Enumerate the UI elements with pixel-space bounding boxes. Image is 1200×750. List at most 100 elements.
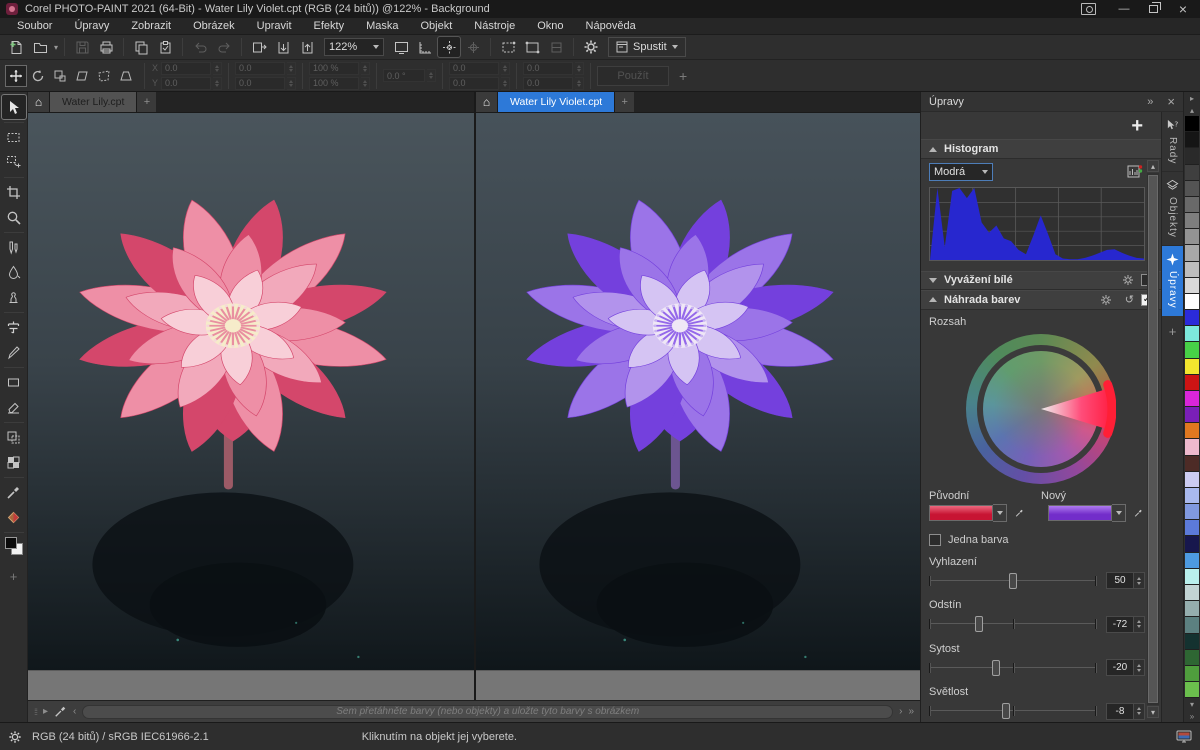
slider-thumb[interactable] <box>1002 703 1010 719</box>
palette-swatch[interactable] <box>1185 326 1199 342</box>
rectangle-mask-tool[interactable] <box>2 125 26 149</box>
lightness-slider[interactable] <box>929 702 1096 720</box>
snap-icon[interactable] <box>438 37 460 57</box>
close-button[interactable]: × <box>1172 1 1194 17</box>
palette-swatch[interactable] <box>1185 278 1199 294</box>
foreground-color-swatch[interactable] <box>5 537 17 549</box>
scroll-up-icon[interactable]: ▴ <box>1147 160 1159 172</box>
zoom-tool[interactable] <box>2 205 26 229</box>
tray-forward-icon[interactable]: › <box>899 706 902 717</box>
palette-swatch[interactable] <box>1185 634 1199 650</box>
palette-swatch[interactable] <box>1185 407 1199 423</box>
tray-back-icon[interactable]: ‹ <box>73 706 76 717</box>
palette-swatch[interactable] <box>1185 310 1199 326</box>
eyedropper-tool[interactable] <box>2 480 26 504</box>
palette-swatch[interactable] <box>1185 245 1199 261</box>
tray-flyout-icon[interactable]: ▸ <box>43 706 48 717</box>
menu-obrazek[interactable]: Obrázek <box>182 20 246 32</box>
palette-swatch[interactable] <box>1185 229 1199 245</box>
palette-swatch[interactable] <box>1185 439 1199 455</box>
replace-color-tool[interactable] <box>2 505 26 529</box>
eraser-tool[interactable] <box>2 395 26 419</box>
dock-scrollbar[interactable]: ▴ ▾ <box>1147 160 1159 718</box>
palette-swatch[interactable] <box>1185 213 1199 229</box>
menu-upravit[interactable]: Upravit <box>246 20 303 32</box>
account-icon[interactable] <box>1081 3 1096 15</box>
menu-zobrazit[interactable]: Zobrazit <box>120 20 182 32</box>
histogram-options-icon[interactable] <box>1127 164 1143 179</box>
menu-soubor[interactable]: Soubor <box>6 20 63 32</box>
palette-swatch[interactable] <box>1185 375 1199 391</box>
palette-swatch[interactable] <box>1185 197 1199 213</box>
saturation-slider[interactable] <box>929 659 1096 677</box>
tray-drop-well[interactable]: Sem přetáhněte barvy (nebo objekty) a ul… <box>82 705 893 719</box>
slider-thumb[interactable] <box>975 616 983 632</box>
palette-swatch[interactable] <box>1185 342 1199 358</box>
text-tool[interactable] <box>2 315 26 339</box>
open-dropdown-caret[interactable]: ▾ <box>54 43 58 52</box>
palette-swatch[interactable] <box>1185 132 1199 148</box>
object-transparency-tool[interactable] <box>2 425 26 449</box>
original-eyedropper-icon[interactable] <box>1015 506 1024 520</box>
menu-objekt[interactable]: Objekt <box>409 20 463 32</box>
dock-tab-objekty[interactable]: Objekty <box>1162 172 1183 246</box>
fit-image-icon[interactable] <box>248 37 270 57</box>
single-color-checkbox[interactable] <box>929 534 941 546</box>
hue-slider[interactable] <box>929 615 1096 633</box>
palette-swatch[interactable] <box>1185 601 1199 617</box>
dock-expand-icon[interactable]: » <box>1147 96 1153 108</box>
clone-tool[interactable] <box>2 285 26 309</box>
saturation-spinbox[interactable]: -20 <box>1106 659 1145 676</box>
palette-swatch[interactable] <box>1185 666 1199 682</box>
palette-more-icon[interactable]: » <box>1184 710 1200 722</box>
white-balance-section-header[interactable]: Vyvážení bílé <box>921 271 1161 291</box>
menu-nastroje[interactable]: Nástroje <box>463 20 526 32</box>
palette-swatch[interactable] <box>1185 569 1199 585</box>
dock-add-tab-plus[interactable]: + <box>1162 316 1183 339</box>
fill-pattern-tool[interactable] <box>2 450 26 474</box>
palette-swatch[interactable] <box>1185 262 1199 278</box>
menu-efekty[interactable]: Efekty <box>303 20 356 32</box>
rulers-icon[interactable] <box>414 37 436 57</box>
mask-transform-tool[interactable] <box>2 150 26 174</box>
fullscreen-preview-icon[interactable] <box>390 37 412 57</box>
palette-scroll-up-icon[interactable]: ▴ <box>1184 104 1200 116</box>
white-balance-gear-icon[interactable] <box>1122 274 1134 286</box>
histogram-section-header[interactable]: Histogram <box>921 139 1161 159</box>
original-color-picker[interactable] <box>929 504 1007 522</box>
palette-swatch[interactable] <box>1185 148 1199 164</box>
brush-tool[interactable] <box>2 340 26 364</box>
palette-flyout-icon[interactable]: ▸ <box>1184 92 1200 104</box>
color-wheel[interactable] <box>966 334 1116 484</box>
menu-napoveda[interactable]: Nápověda <box>575 20 647 32</box>
tray-grip-handle[interactable]: ⁞⁞ <box>34 707 37 717</box>
palette-swatch[interactable] <box>1185 456 1199 472</box>
histogram-channel-select[interactable]: Modrá <box>929 163 993 181</box>
palette-swatch[interactable] <box>1185 294 1199 310</box>
tray-more-icon[interactable]: » <box>908 706 914 717</box>
palette-swatch[interactable] <box>1185 682 1199 698</box>
palette-swatch[interactable] <box>1185 585 1199 601</box>
menu-upravy[interactable]: Úpravy <box>63 20 120 32</box>
menu-okno[interactable]: Okno <box>526 20 574 32</box>
effect-tool[interactable] <box>2 260 26 284</box>
proof-monitor-icon[interactable] <box>1176 730 1192 744</box>
mask-transform-icon[interactable] <box>521 37 543 57</box>
print-icon[interactable] <box>95 37 117 57</box>
palette-swatch[interactable] <box>1185 165 1199 181</box>
transform-perspective-icon[interactable] <box>116 66 136 86</box>
add-adjustment-button[interactable]: + <box>1131 116 1143 136</box>
rectangle-shape-tool[interactable] <box>2 370 26 394</box>
welcome-home-icon-right[interactable]: ⌂ <box>476 92 498 112</box>
new-color-swatch[interactable] <box>1048 505 1112 521</box>
palette-swatch[interactable] <box>1185 553 1199 569</box>
run-macro-group[interactable]: Spustit <box>608 37 686 57</box>
new-tab-button-left[interactable]: + <box>136 92 156 112</box>
color-replace-section-header[interactable]: Náhrada barev ↺ ✓ <box>921 290 1161 310</box>
smoothing-spinbox[interactable]: 50 <box>1106 572 1145 589</box>
document-tab-water-lily-violet[interactable]: Water Lily Violet.cpt <box>498 92 614 112</box>
transform-rotate-icon[interactable] <box>28 66 48 86</box>
transform-position-icon[interactable] <box>6 66 26 86</box>
open-folder-icon[interactable] <box>29 37 51 57</box>
canvas-water-lily-violet[interactable] <box>476 113 920 670</box>
